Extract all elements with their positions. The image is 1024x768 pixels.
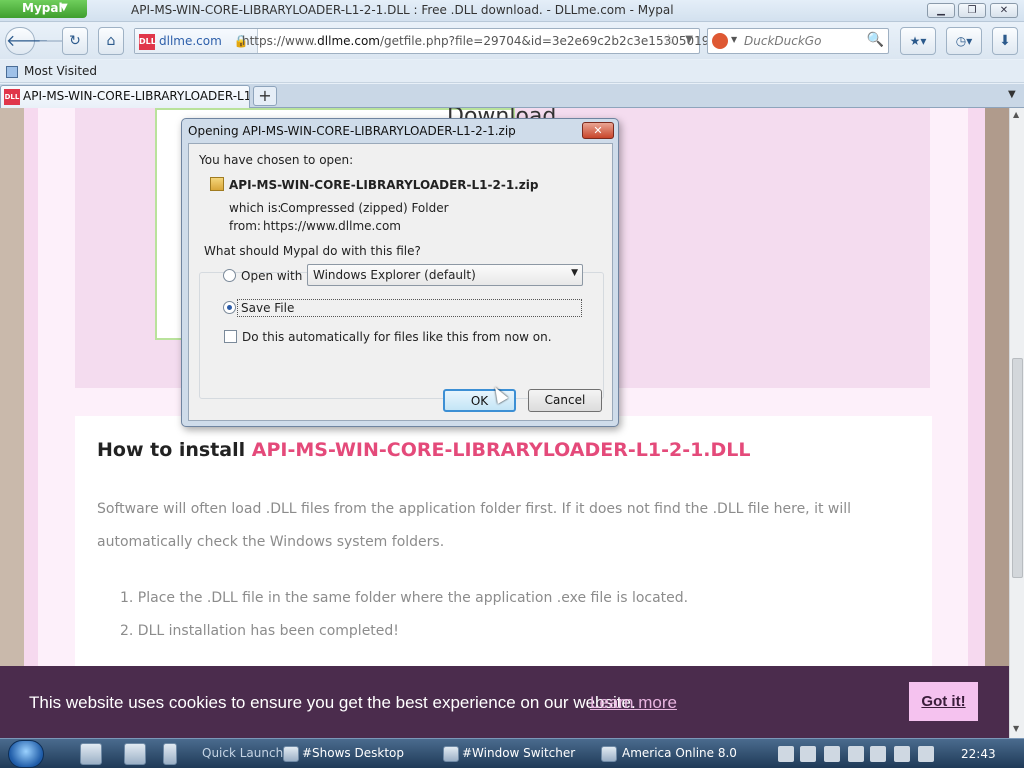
right-background-image [985, 108, 1009, 738]
downloads-button[interactable]: ⬇ [992, 27, 1018, 55]
file-type: Compressed (zipped) Folder [280, 201, 449, 215]
save-file-radio[interactable] [223, 301, 236, 314]
tab-list-dropdown-icon[interactable]: ▼ [1008, 89, 1016, 100]
navigation-toolbar: 🡐 🡒 ↻ ⌂ DLL dllme.com 🔒 https://www.dllme… [0, 23, 1024, 59]
minimize-button[interactable]: ▁ [927, 3, 955, 18]
dialog-body: You have chosen to open: API-MS-WIN-CORE… [188, 143, 613, 421]
search-placeholder: DuckDuckGo [744, 34, 822, 48]
scrollbar-thumb[interactable] [1012, 358, 1023, 578]
save-file-label[interactable]: Save File [241, 301, 294, 315]
tray-display-icon[interactable] [894, 746, 910, 762]
zip-folder-icon [210, 177, 224, 191]
home-button[interactable]: ⌂ [98, 27, 124, 55]
open-with-select[interactable]: Windows Explorer (default) ▼ [307, 264, 583, 286]
back-button[interactable]: 🡐 [5, 27, 49, 55]
scroll-up-icon[interactable]: ▲ [1013, 110, 1019, 119]
cookie-banner: This website uses cookies to ensure you … [0, 666, 1009, 738]
taskbar-pinned-app-icon[interactable] [80, 743, 102, 765]
new-tab-button[interactable]: + [253, 86, 277, 106]
chevron-down-icon: ▼ [571, 268, 578, 278]
open-with-value: Windows Explorer (default) [313, 268, 476, 282]
tab-favicon-icon: DLL [4, 89, 20, 105]
auto-action-checkbox[interactable] [224, 330, 237, 343]
dialog-title: Opening API-MS-WIN-CORE-LIBRARYLOADER-L1… [188, 124, 516, 138]
open-with-label[interactable]: Open with [241, 269, 302, 283]
taskbar: Quick Launch #Shows Desktop #Window Swit… [0, 738, 1024, 768]
learn-more-link[interactable]: Learn more [590, 693, 677, 713]
show-desktop-icon [283, 746, 299, 762]
which-is-label: which is: [229, 201, 282, 215]
duckduckgo-icon [712, 33, 728, 49]
file-source: https://www.dllme.com [263, 219, 401, 233]
app-menu-button[interactable]: Mypal ▼ [0, 0, 87, 18]
scroll-down-icon[interactable]: ▼ [1013, 724, 1019, 733]
site-identity-button[interactable]: DLL dllme.com 🔒 [135, 29, 258, 53]
tab-active[interactable]: DLL API-MS-WIN-CORE-LIBRARYLOADER-L1... [0, 85, 250, 108]
chevron-down-icon: ▼ [60, 2, 68, 13]
tray-app-icon[interactable] [800, 746, 816, 762]
tab-strip: DLL API-MS-WIN-CORE-LIBRARYLOADER-L1... … [0, 84, 1024, 108]
url-text[interactable]: https://www.dllme.com/getfile.php?file=2… [242, 34, 725, 48]
bookmark-label: Most Visited [24, 64, 98, 78]
cancel-button[interactable]: Cancel [528, 389, 602, 412]
start-button[interactable] [8, 740, 44, 768]
tray-shield-icon[interactable] [848, 746, 864, 762]
taskbar-item-window-switcher[interactable]: #Window Switcher [462, 746, 575, 760]
heading-dll-name: API-MS-WIN-CORE-LIBRARYLOADER-L1-2-1.DLL [251, 439, 751, 461]
window-title: API-MS-WIN-CORE-LIBRARYLOADER-L1-2-1.DLL… [131, 3, 674, 17]
window-titlebar: Mypal ▼ API-MS-WIN-CORE-LIBRARYLOADER-L1… [0, 0, 1024, 22]
app-menu-label: Mypal [22, 1, 63, 15]
tray-flag-icon[interactable] [870, 746, 886, 762]
url-prefix: https://www. [242, 34, 318, 48]
bookmark-most-visited[interactable]: Most Visited [6, 64, 97, 78]
bookmark-folder-icon [6, 65, 18, 78]
left-background-image [0, 108, 24, 738]
url-domain: dllme.com [317, 34, 380, 48]
install-paragraph: Software will often load .DLL files from… [97, 501, 852, 550]
close-window-button[interactable]: ✕ [990, 3, 1018, 18]
taskbar-item-aol[interactable]: America Online 8.0 [622, 746, 737, 760]
install-step-2: 2. DLL installation has been completed! [120, 623, 399, 639]
from-label: from: [229, 219, 261, 233]
reload-button[interactable]: ↻ [62, 27, 88, 55]
download-dialog: Opening API-MS-WIN-CORE-LIBRARYLOADER-L1… [181, 118, 619, 427]
how-to-install-heading: How to install API-MS-WIN-CORE-LIBRARYLO… [97, 439, 751, 461]
taskbar-item-shows-desktop[interactable]: #Shows Desktop [302, 746, 404, 760]
open-with-radio[interactable] [223, 269, 236, 282]
heading-prefix: How to install [97, 439, 252, 461]
search-box[interactable]: ▼ DuckDuckGo 🔍 [707, 28, 889, 54]
tab-title: API-MS-WIN-CORE-LIBRARYLOADER-L1... [23, 89, 250, 103]
action-question: What should Mypal do with this file? [204, 244, 421, 258]
url-history-dropdown-icon[interactable]: ▼ [685, 34, 693, 45]
system-clock[interactable]: 22:43 [961, 747, 996, 761]
auto-action-label[interactable]: Do this automatically for files like thi… [242, 330, 552, 344]
file-name: API-MS-WIN-CORE-LIBRARYLOADER-L1-2-1.zip [229, 178, 539, 192]
search-engine-dropdown-icon[interactable]: ▼ [731, 35, 737, 44]
explorer-folder-icon[interactable] [124, 743, 146, 765]
install-step-1: 1. Place the .DLL file in the same folde… [120, 590, 689, 606]
dialog-close-button[interactable]: ✕ [582, 122, 614, 139]
tray-network-icon[interactable] [824, 746, 840, 762]
site-favicon-icon: DLL [139, 33, 156, 50]
site-identity-label: dllme.com [159, 34, 222, 48]
cookie-accept-button[interactable]: Got it! [909, 682, 978, 721]
aol-icon [601, 746, 617, 762]
bookmarks-toolbar: Most Visited [0, 60, 1024, 83]
tray-volume-icon[interactable] [918, 746, 934, 762]
quick-launch-label[interactable]: Quick Launch [202, 746, 283, 760]
bookmarks-menu-button[interactable]: ★▾ [900, 27, 936, 55]
page-scrollbar[interactable]: ▲ ▼ [1009, 108, 1024, 738]
cookie-message: This website uses cookies to ensure you … [29, 693, 636, 712]
window-switcher-icon [443, 746, 459, 762]
search-icon[interactable]: 🔍 [867, 32, 884, 48]
maximize-button[interactable]: ❐ [958, 3, 986, 18]
tray-keyboard-icon[interactable] [778, 746, 794, 762]
history-button[interactable]: ◷▾ [946, 27, 982, 55]
chosen-label: You have chosen to open: [199, 153, 354, 167]
url-bar[interactable]: DLL dllme.com 🔒 https://www.dllme.com/get… [134, 28, 725, 54]
bookmark-star-icon[interactable]: ☆ [662, 32, 675, 48]
scroll-quicklaunch-icon[interactable] [163, 743, 177, 765]
